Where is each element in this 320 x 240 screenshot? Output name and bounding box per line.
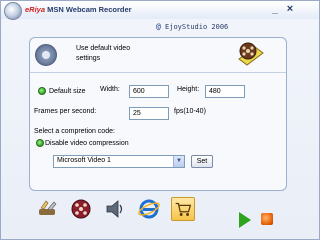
- codec-selected-value: Microsoft Video 1: [57, 157, 111, 164]
- codec-section-label: Select a compretion code:: [34, 128, 115, 135]
- width-input[interactable]: 600: [129, 85, 169, 98]
- disable-compression-label: Disable video compression: [45, 140, 129, 147]
- fps-range-label: fps(10-40): [174, 108, 206, 115]
- bottom-toolbar: [27, 195, 227, 225]
- film-reel-icon[interactable]: [69, 197, 93, 221]
- header-line-1: Use default video: [76, 45, 131, 52]
- height-input[interactable]: 480: [205, 85, 245, 98]
- company-label: @ EjoyStudio 2006: [156, 22, 228, 31]
- window-title: eRiya MSN Webcam Recorder: [25, 5, 132, 14]
- chevron-down-icon[interactable]: ▼: [173, 156, 184, 167]
- speaker-icon[interactable]: [103, 197, 127, 221]
- app-logo-icon: [4, 2, 22, 20]
- settings-gear-icon: [35, 44, 57, 66]
- disable-compression-radio[interactable]: [36, 139, 44, 147]
- codec-select[interactable]: Microsoft Video 1 ▼: [53, 155, 185, 168]
- height-label: Height:: [177, 86, 200, 93]
- app-window: eRiya MSN Webcam Recorder _ × @ EjoyStud…: [0, 0, 320, 240]
- company-name: EjoyStudio 2006: [160, 23, 229, 31]
- film-reel-icon: [238, 42, 264, 66]
- default-size-radio[interactable]: [38, 87, 46, 95]
- fps-input[interactable]: 25: [129, 107, 169, 120]
- play-icon[interactable]: [239, 212, 251, 228]
- brand-name: eRiya: [25, 5, 46, 14]
- panel-header-text: Use default video settings: [76, 44, 166, 64]
- set-button[interactable]: Set: [191, 155, 213, 168]
- header-line-2: settings: [76, 55, 101, 62]
- close-button[interactable]: ×: [284, 4, 296, 16]
- panel-header: Use default video settings: [30, 38, 286, 73]
- minimize-button[interactable]: _: [269, 4, 281, 16]
- internet-explorer-icon[interactable]: [137, 197, 161, 221]
- record-icon[interactable]: [261, 213, 273, 225]
- shopping-cart-icon[interactable]: [171, 197, 195, 221]
- app-name: MSN Webcam Recorder: [45, 5, 132, 14]
- tools-icon[interactable]: [35, 197, 59, 221]
- width-label: Width:: [100, 86, 120, 93]
- fps-label: Frames per second:: [34, 108, 97, 115]
- title-bar[interactable]: eRiya MSN Webcam Recorder _ ×: [1, 1, 319, 20]
- default-size-label: Default size: [49, 88, 86, 95]
